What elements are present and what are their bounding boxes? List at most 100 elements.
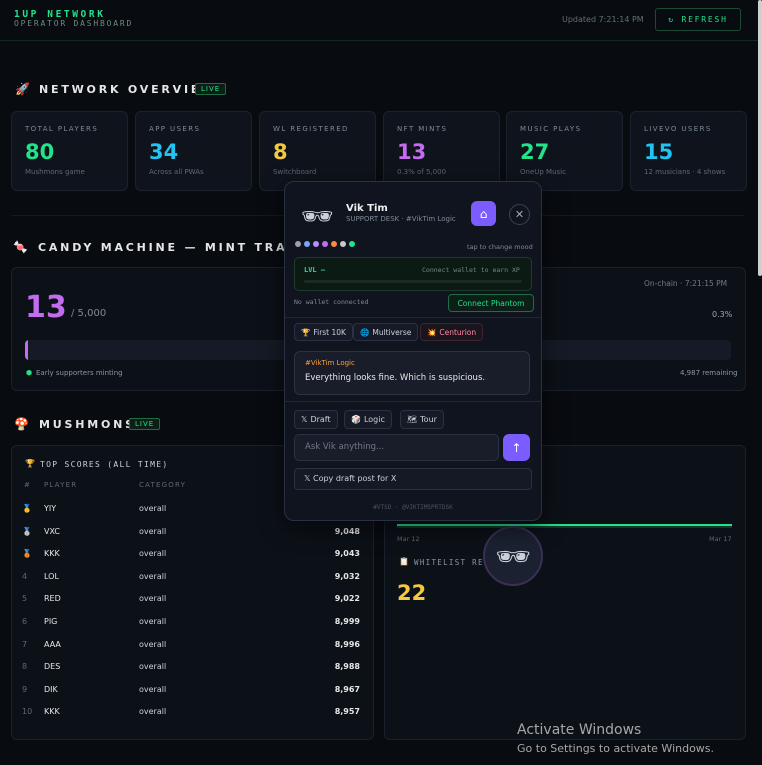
level-panel: LVL — Connect wallet to earn XP <box>294 257 532 291</box>
table-row: 10 KKK overall 8,957 <box>22 701 364 723</box>
assistant-avatar-button[interactable]: 🕶 <box>483 526 543 586</box>
top-scores-title: TOP SCORES (ALL TIME) <box>40 460 169 469</box>
row-player: PIG <box>44 617 58 626</box>
achievement-label: First 10K <box>313 327 346 337</box>
row-score: 8,967 <box>334 684 360 694</box>
row-score: 9,022 <box>334 594 360 604</box>
tool-label: Tour <box>420 415 437 424</box>
tool-label: Logic <box>363 415 385 424</box>
mood-dot[interactable] <box>322 241 328 247</box>
row-category: overall <box>139 594 167 604</box>
row-score: 8,996 <box>334 639 360 649</box>
activate-windows-title: Activate Windows <box>517 722 642 738</box>
mushmons-title: MUSHMONS <box>39 418 136 431</box>
send-button[interactable]: ↑ <box>503 434 530 461</box>
mint-percent: 0.3% <box>712 310 733 319</box>
close-icon: ✕ <box>514 208 525 221</box>
bubble-text: Everything looks fine. Which is suspicio… <box>305 373 486 383</box>
tool-label: Draft <box>310 415 331 424</box>
copy-draft-button[interactable]: 𝕏 Copy draft post for X <box>294 468 532 490</box>
minted-count: 13 <box>25 290 67 325</box>
brand-subtitle: OPERATOR DASHBOARD <box>14 19 134 28</box>
stat-subtitle: OneUp Music <box>520 168 566 176</box>
row-player: VXC <box>44 526 60 536</box>
achievement-chip[interactable]: 💥 Centurion <box>420 323 484 341</box>
table-row: 6 PIG overall 8,999 <box>22 611 364 633</box>
col-rank: # <box>24 481 30 489</box>
arrow-up-icon: ↑ <box>511 440 522 455</box>
achievement-chip[interactable]: 🏆 First 10K <box>294 323 353 341</box>
popup-divider-2 <box>285 401 541 402</box>
whitelist-value: 22 <box>397 581 427 605</box>
mood-dot[interactable] <box>349 241 355 247</box>
mood-dot[interactable] <box>304 241 310 247</box>
tool-icon: 𝕏 <box>301 415 308 424</box>
row-rank: 10 <box>22 707 33 717</box>
row-category: overall <box>139 571 167 581</box>
trend-x-start: Mar 12 <box>397 535 420 543</box>
mushroom-icon: 🍄 <box>14 417 29 431</box>
close-button[interactable]: ✕ <box>509 204 530 225</box>
stat-value: 13 <box>397 140 427 164</box>
trophy-icon: 🏆 <box>25 459 35 468</box>
row-rank: 7 <box>22 639 28 649</box>
mood-dot[interactable] <box>295 241 301 247</box>
overview-title: NETWORK OVERVIEW <box>39 83 217 96</box>
refresh-button[interactable]: ↻ REFRESH <box>655 8 741 31</box>
stat-card: APP USERS 34 Across all PWAs <box>135 111 252 191</box>
stat-label: NFT MINTS <box>397 125 448 133</box>
achievement-label: Centurion <box>439 327 477 337</box>
row-score: 8,988 <box>334 662 360 672</box>
row-category: overall <box>139 617 167 626</box>
mushmons-live-badge: LIVE <box>129 418 161 430</box>
tool-button-draft[interactable]: 𝕏 Draft <box>294 410 338 429</box>
mood-dot[interactable] <box>313 241 319 247</box>
stat-value: 8 <box>273 140 288 164</box>
mood-dot[interactable] <box>340 241 346 247</box>
popup-divider-1 <box>285 317 541 318</box>
table-row: 9 DIK overall 8,967 <box>22 679 364 701</box>
whitelist-title: WHITELIST RE <box>414 558 484 567</box>
trend-x-end: Mar 17 <box>709 535 732 543</box>
mood-dot[interactable] <box>331 241 337 247</box>
row-player: DES <box>44 662 61 672</box>
table-row: 🥉 KKK overall 9,043 <box>22 543 364 565</box>
tool-button-logic[interactable]: 🎲 Logic <box>344 410 392 429</box>
trend-baseline <box>397 524 732 528</box>
xp-hint: Connect wallet to earn XP <box>422 266 520 274</box>
achievement-chip[interactable]: 🌐 Multiverse <box>353 323 419 341</box>
tool-icon: 🎲 <box>351 415 361 424</box>
row-rank: 🥉 <box>22 549 32 559</box>
stat-card: WL REGISTERED 8 Switchboard <box>259 111 376 191</box>
stat-subtitle: Across all PWAs <box>149 168 204 176</box>
bubble-tag: #VikTim Logic <box>305 359 355 367</box>
ask-input-field[interactable]: Ask Vik anything... <box>294 434 499 461</box>
table-row: 🥈 VXC overall 9,048 <box>22 521 364 543</box>
home-button[interactable]: ⌂ <box>471 201 496 226</box>
row-category: overall <box>139 504 167 513</box>
activate-windows-subtitle: Go to Settings to activate Windows. <box>517 742 715 755</box>
tool-button-tour[interactable]: 🗺 Tour <box>400 410 444 429</box>
row-rank: 🥈 <box>22 526 32 536</box>
achievement-icon: 🏆 <box>301 327 311 337</box>
stat-card: LIVEVO USERS 15 12 musicians · 4 shows <box>630 111 747 191</box>
connect-phantom-button[interactable]: Connect Phantom <box>448 294 534 312</box>
level-label: LVL — <box>304 266 326 274</box>
stat-value: 34 <box>149 140 179 164</box>
row-category: overall <box>139 639 167 649</box>
stat-subtitle: 12 musicians · 4 shows <box>644 168 726 176</box>
stat-card: MUSIC PLAYS 27 OneUp Music <box>506 111 623 191</box>
page-scrollbar[interactable] <box>758 0 762 276</box>
row-player: LOL <box>44 571 59 581</box>
avatar-icon: 🕶 <box>301 202 335 232</box>
achievement-label: Multiverse <box>372 327 412 337</box>
achievement-icon: 🌐 <box>360 327 370 337</box>
tool-icon: 🗺 <box>407 415 418 424</box>
row-player: YIY <box>44 504 57 513</box>
row-category: overall <box>139 707 167 717</box>
mood-picker <box>295 241 355 247</box>
stat-label: WL REGISTERED <box>273 125 349 133</box>
row-rank: 5 <box>22 594 28 604</box>
top-header: 1UP NETWORK OPERATOR DASHBOARD Updated 7… <box>0 0 762 41</box>
row-score: 8,957 <box>334 707 360 717</box>
